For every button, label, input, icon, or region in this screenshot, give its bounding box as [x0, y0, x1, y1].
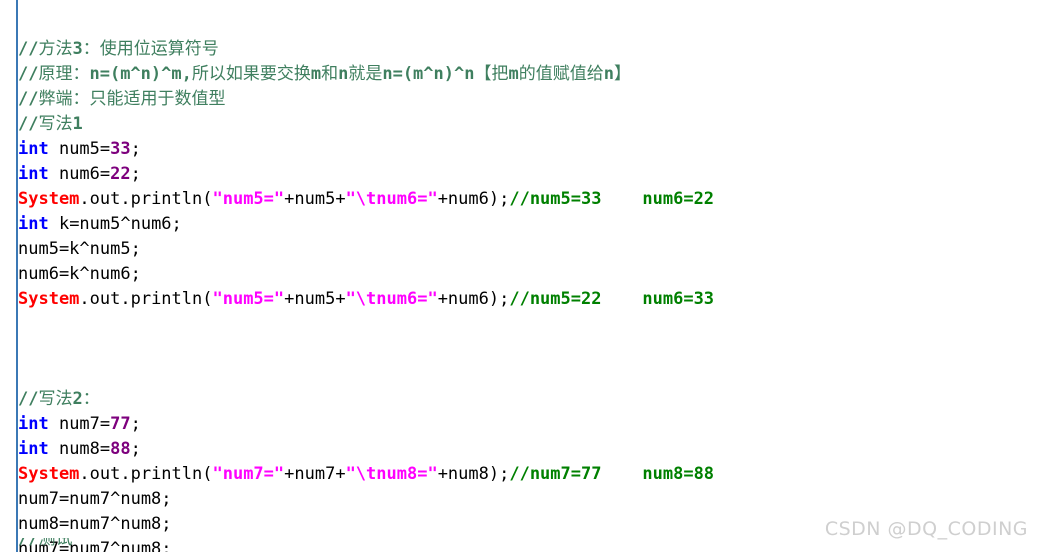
code-token-plain: ; [130, 139, 141, 159]
code-token-str: "num7=" [212, 464, 285, 484]
code-token-plain: +num5+ [284, 289, 346, 309]
code-line[interactable]: num7=num7^num8; [18, 487, 714, 512]
code-token-num: 88 [110, 439, 131, 459]
code-token-cmt-cn: 写法 [38, 389, 73, 409]
code-token-plain: +num8); [437, 464, 510, 484]
code-token-sys: System [18, 464, 80, 484]
code-token-cmt-cn: 弊端：只能适用于数值型 [38, 89, 226, 109]
code-token-cmt: n=(m^n)^n [382, 64, 475, 84]
code-token-cmt: // [18, 64, 39, 84]
code-token-kw: int [18, 139, 49, 159]
code-token-kw: int [18, 214, 49, 234]
code-line[interactable]: int num8=88; [18, 437, 714, 462]
code-token-cmt-cn: ： [82, 389, 100, 409]
code-line[interactable]: num6=k^num6; [18, 262, 714, 287]
code-token-cmt: m [508, 64, 519, 84]
code-token-cmt-cn: 】 [613, 64, 631, 84]
code-token-cmt-cn: 的值赋值给 [518, 64, 604, 84]
code-line[interactable]: int k=num5^num6; [18, 212, 714, 237]
code-token-cmt: 1 [72, 114, 83, 134]
code-token-plain: +num6); [437, 289, 510, 309]
code-token-str: "num5=" [212, 289, 285, 309]
code-line[interactable]: //原理：n=(m^n)^m,所以如果要交换m和n就是n=(m^n)^n【把m的… [18, 62, 714, 87]
code-line[interactable]: num5=k^num5; [18, 237, 714, 262]
code-token-plain: num6=k^num6; [18, 264, 141, 284]
code-token-cmt-cn: 原理： [38, 64, 90, 84]
code-token-plain: k=num5^num6; [48, 214, 182, 234]
code-token-cmt: // [18, 39, 39, 59]
code-token-cmt-cn: 和 [321, 64, 339, 84]
code-line[interactable]: num8=num7^num8; [18, 512, 714, 537]
code-token-cmt-cn: 所以如果要交换 [191, 64, 311, 84]
code-line[interactable]: //方法3：使用位运算符号 [18, 37, 714, 62]
code-token-cmt: m [310, 64, 322, 84]
code-token-cmt: n [603, 64, 614, 84]
code-token-cmt: 3 [72, 39, 83, 59]
code-token-tcmt: //num5=33 num6=22 [509, 189, 715, 209]
code-token-kw: int [18, 439, 49, 459]
code-token-cmt: n [338, 64, 349, 84]
code-token-sys: System [18, 289, 80, 309]
code-token-cmt: // [18, 389, 39, 409]
code-token-plain: .out.println( [79, 289, 213, 309]
code-token-str: "\tnum6=" [345, 189, 438, 209]
code-token-plain: num5= [48, 139, 111, 159]
code-line[interactable]: //写法2： [18, 387, 714, 412]
code-text-area[interactable]: //方法3：使用位运算符号//原理：n=(m^n)^m,所以如果要交换m和n就是… [0, 0, 714, 552]
code-token-num: 22 [110, 164, 131, 184]
code-token-cmt: // [18, 89, 39, 109]
code-token-cmt-cn: 方法 [38, 39, 73, 59]
code-token-cmt: // [18, 538, 39, 549]
clipped-bottom-line-region: //测试 [0, 538, 1044, 552]
code-token-cmt-cn: 就是 [348, 64, 383, 84]
code-token-plain: num7=num7^num8; [18, 489, 172, 509]
code-line-clipped: //测试 [0, 538, 72, 552]
code-token-plain: +num5+ [284, 189, 346, 209]
code-line[interactable]: //弊端：只能适用于数值型 [18, 87, 714, 112]
code-line[interactable]: System.out.println("num7="+num7+"\tnum8=… [18, 462, 714, 487]
code-token-cmt-cn: 写法 [38, 114, 73, 134]
code-token-str: "\tnum6=" [345, 289, 438, 309]
code-token-plain: num6= [48, 164, 111, 184]
code-line[interactable]: System.out.println("num5="+num5+"\tnum6=… [18, 287, 714, 312]
code-token-str: "\tnum8=" [345, 464, 438, 484]
watermark-text: CSDN @DQ_CODING [824, 518, 1028, 540]
code-token-cmt-cn: 【把 [474, 64, 509, 84]
code-line[interactable]: System.out.println("num5="+num5+"\tnum6=… [18, 187, 714, 212]
code-token-cmt: n=(m^n)^m, [89, 64, 192, 84]
code-line[interactable]: int num5=33; [18, 137, 714, 162]
code-token-plain: +num6); [437, 189, 510, 209]
code-token-sys: System [18, 189, 80, 209]
code-token-cmt-cn: 测试 [38, 538, 73, 549]
code-token-plain: .out.println( [79, 464, 213, 484]
code-line[interactable]: int num6=22; [18, 162, 714, 187]
code-token-num: 33 [110, 139, 131, 159]
code-token-plain: ; [130, 164, 141, 184]
code-token-kw: int [18, 414, 49, 434]
code-token-str: "num5=" [212, 189, 285, 209]
code-token-cmt: 2 [72, 389, 83, 409]
code-token-plain: ; [130, 414, 141, 434]
code-token-plain: num7= [48, 414, 111, 434]
code-token-cmt-cn: ：使用位运算符号 [82, 39, 219, 59]
code-token-tcmt: //num5=22 num6=33 [509, 289, 715, 309]
code-token-plain: ; [130, 439, 141, 459]
code-token-plain: +num7+ [284, 464, 346, 484]
code-token-plain: num5=k^num5; [18, 239, 141, 259]
code-token-plain: num8=num7^num8; [18, 514, 172, 534]
code-token-num: 77 [110, 414, 131, 434]
code-line[interactable]: //写法1 [18, 112, 714, 137]
code-editor-viewport[interactable]: //方法3：使用位运算符号//原理：n=(m^n)^m,所以如果要交换m和n就是… [0, 0, 1044, 552]
code-token-kw: int [18, 164, 49, 184]
code-token-cmt: // [18, 114, 39, 134]
code-token-tcmt: //num7=77 num8=88 [509, 464, 715, 484]
code-token-plain: num8= [48, 439, 111, 459]
code-token-plain: .out.println( [79, 189, 213, 209]
code-line[interactable]: int num7=77; [18, 412, 714, 437]
